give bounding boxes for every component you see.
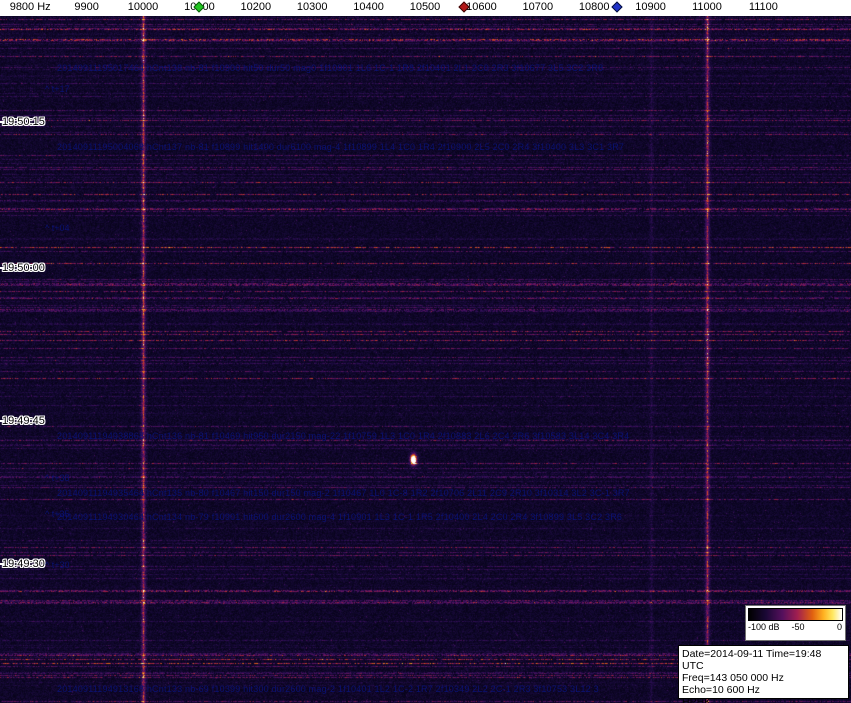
freq-axis-label: 10000 xyxy=(128,1,159,13)
freq-axis-label: 11100 xyxy=(749,1,778,13)
detection-text-line: 20140911194930464 hCnt134 nb-79 f10901 h… xyxy=(57,512,622,522)
info-echo: Echo=10 600 Hz xyxy=(682,684,845,696)
time-axis-label: 19:50:15 xyxy=(2,116,45,128)
event-time-marker: ^ t+38 xyxy=(45,473,70,483)
info-date-time: Date=2014-09-11 Time=19:48 UTC xyxy=(682,648,845,672)
freq-axis-label: 10400 xyxy=(353,1,384,13)
detection-text-line: 20140911194913168 hCnt133 nb-69 f10399 h… xyxy=(57,684,599,694)
detection-text-line: 20140911194938868 hCnt136 nb-81 f10469 h… xyxy=(57,431,629,441)
color-scale-legend: -100 dB -50 0 xyxy=(745,605,846,641)
legend-min-label: -100 dB xyxy=(748,622,780,632)
freq-axis-label: 11000 xyxy=(692,1,722,13)
event-time-marker: ^ t+17 xyxy=(45,84,70,94)
freq-axis-label: 10800 xyxy=(579,1,610,13)
event-time-marker: ^ t+35 xyxy=(45,509,70,519)
time-axis-label: 19:49:45 xyxy=(2,415,45,427)
status-info-box: Date=2014-09-11 Time=19:48 UTC Freq=143 … xyxy=(678,645,849,699)
event-time-marker: ^ t+30 xyxy=(45,560,70,570)
legend-mid-label: -50 xyxy=(791,622,804,632)
time-axis-label: 19:49:30 xyxy=(2,558,45,570)
freq-axis-label: 10200 xyxy=(241,1,272,13)
legend-max-label: 0 xyxy=(837,622,842,632)
color-gradient-bar xyxy=(748,608,843,621)
freq-axis-label: 9900 xyxy=(74,1,98,13)
freq-axis-label: 10900 xyxy=(635,1,666,13)
frequency-axis: 9800 Hz990010000101001020010300104001050… xyxy=(0,0,851,16)
freq-marker-blue-diamond-icon[interactable] xyxy=(611,1,622,12)
color-scale-labels: -100 dB -50 0 xyxy=(748,621,843,633)
detection-text-line: 20140911195017464 hCnt138 nb-81 f10900 h… xyxy=(57,63,603,73)
freq-axis-label: 10600 xyxy=(466,1,497,13)
spectrogram-overlays: 19:50:15 19:50:00 19:49:45 19:49:30 20140911… xyxy=(0,0,851,703)
event-time-marker: ^ t+04 xyxy=(45,223,70,233)
freq-axis-label: 10700 xyxy=(523,1,554,13)
freq-axis-label: 10500 xyxy=(410,1,441,13)
time-axis-label: 19:50:00 xyxy=(2,262,45,274)
freq-axis-label: 10300 xyxy=(297,1,328,13)
info-frequency: Freq=143 050 000 Hz xyxy=(682,672,845,684)
info-mode: HPHK xyxy=(682,696,845,703)
freq-axis-label: 9800 Hz xyxy=(10,1,51,13)
detection-text-line: 20140911194935464 hCnt135 nb-80 f10467 h… xyxy=(57,488,630,498)
waterfall-app: 9800 Hz990010000101001020010300104001050… xyxy=(0,0,851,703)
detection-text-line: 20140911195004068 hCnt137 nb-81 f10899 h… xyxy=(57,142,624,152)
